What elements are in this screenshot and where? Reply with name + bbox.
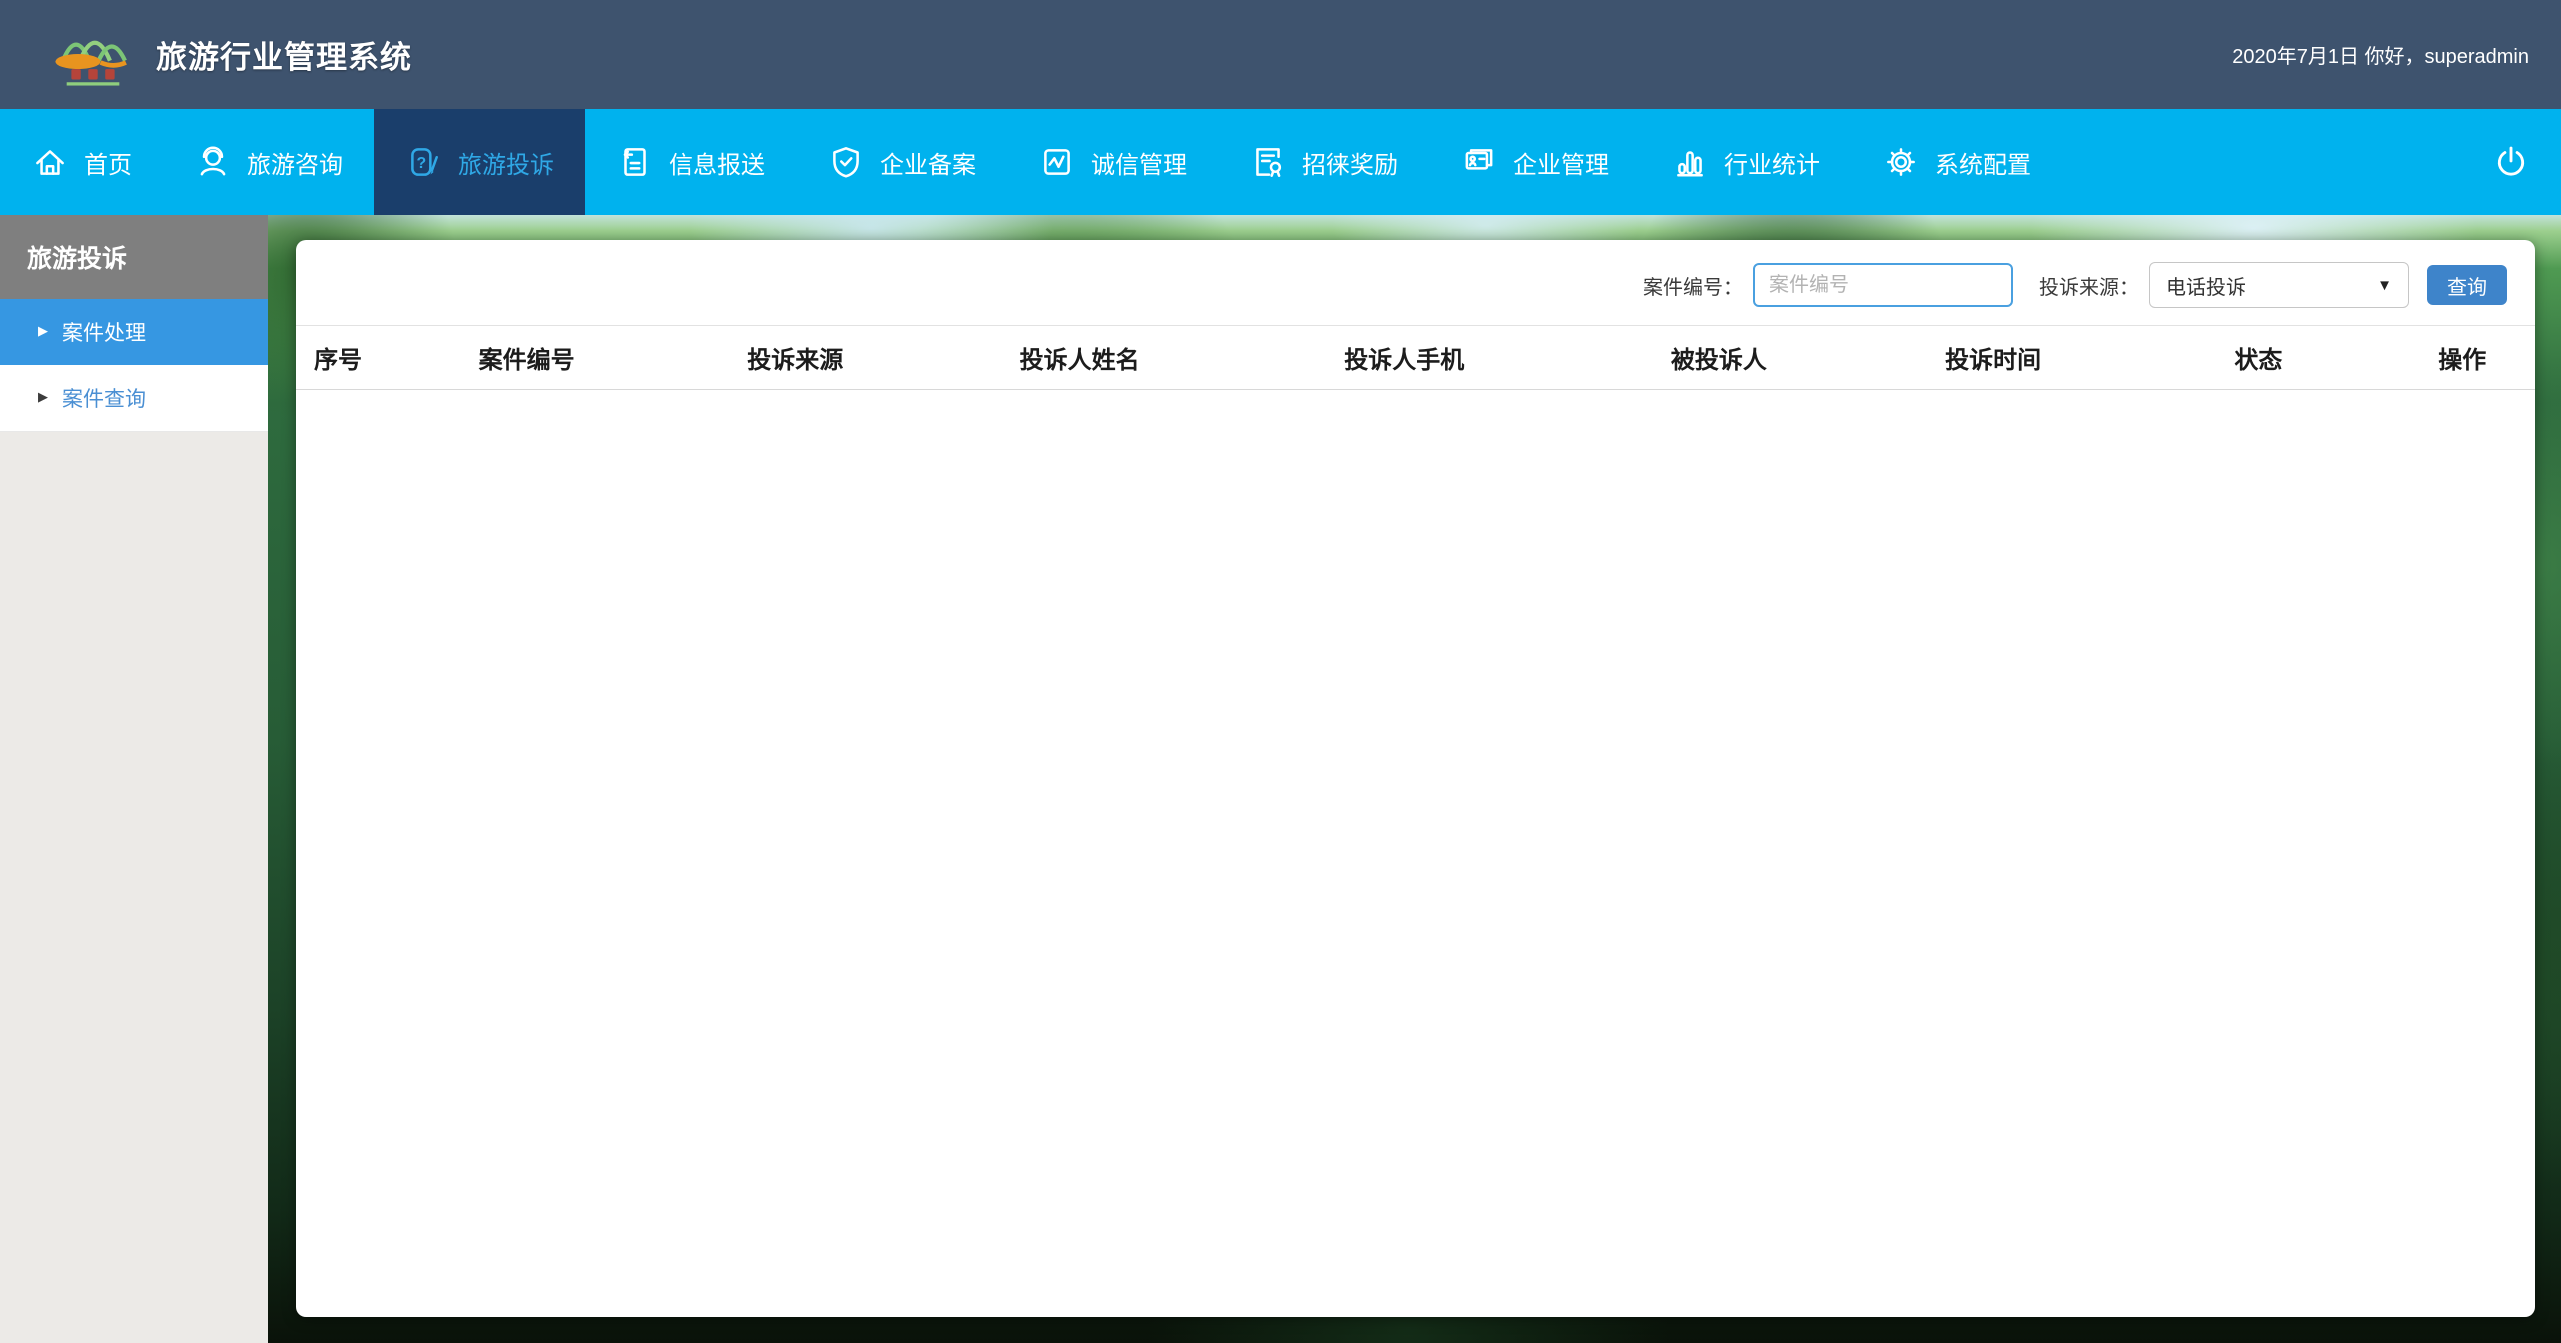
report-icon	[616, 143, 654, 181]
nav-item-award[interactable]: 招徕奖励	[1218, 109, 1429, 215]
logout-button[interactable]	[2461, 109, 2561, 215]
table-header-row: 序号 案件编号 投诉来源 投诉人姓名 投诉人手机 被投诉人 投诉时间 状态 操作	[296, 326, 2535, 390]
cases-table: 序号 案件编号 投诉来源 投诉人姓名 投诉人手机 被投诉人 投诉时间 状态 操作	[296, 325, 2535, 390]
page-title: 旅游行业管理系统	[156, 32, 412, 77]
home-icon	[31, 143, 69, 181]
source-label: 投诉来源：	[2039, 271, 2139, 300]
nav-item-stats[interactable]: 行业统计	[1640, 109, 1851, 215]
award-icon	[1249, 143, 1287, 181]
query-button[interactable]: 查询	[2427, 265, 2507, 305]
main-nav: 首页 旅游咨询 ? 旅游投诉 信息报送 企业备案 诚信管理	[0, 109, 2561, 215]
nav-item-integrity[interactable]: 诚信管理	[1007, 109, 1218, 215]
col-header-actions: 操作	[2389, 326, 2535, 390]
nav-item-label: 信息报送	[669, 145, 765, 180]
source-select[interactable]: 电话投诉 ▼	[2149, 262, 2409, 308]
case-no-label: 案件编号：	[1643, 271, 1743, 300]
nav-item-report[interactable]: 信息报送	[585, 109, 796, 215]
content-panel: 案件编号： 投诉来源： 电话投诉 ▼ 查询 序号 案件编号 投诉来源 投诉人姓名…	[296, 240, 2535, 1317]
col-header-index: 序号	[296, 326, 392, 390]
power-icon	[2491, 142, 2531, 182]
nav-item-settings[interactable]: 系统配置	[1851, 109, 2062, 215]
nav-item-label: 招徕奖励	[1302, 145, 1398, 180]
integrity-chart-icon	[1038, 143, 1076, 181]
sidebar: 旅游投诉 ▶ 案件处理 ▶ 案件查询	[0, 215, 268, 1343]
nav-item-label: 系统配置	[1935, 145, 2031, 180]
nav-item-label: 行业统计	[1724, 145, 1820, 180]
col-header-name: 投诉人姓名	[930, 326, 1230, 390]
col-header-respondent: 被投诉人	[1579, 326, 1859, 390]
nav-item-enterprise[interactable]: 企业管理	[1429, 109, 1640, 215]
search-toolbar: 案件编号： 投诉来源： 电话投诉 ▼ 查询	[1643, 262, 2507, 308]
nav-item-label: 旅游咨询	[247, 145, 343, 180]
sidebar-item-label: 案件查询	[62, 383, 146, 413]
col-header-time: 投诉时间	[1859, 326, 2128, 390]
sidebar-item-case-handling[interactable]: ▶ 案件处理	[0, 299, 268, 365]
user-greeting: 2020年7月1日 你好，superadmin	[2232, 40, 2529, 69]
consult-icon	[194, 143, 232, 181]
source-select-value: 电话投诉	[2166, 271, 2246, 300]
sidebar-item-label: 案件处理	[62, 317, 146, 347]
case-no-input[interactable]	[1753, 263, 2013, 307]
nav-item-label: 首页	[84, 145, 132, 180]
nav-item-label: 诚信管理	[1091, 145, 1187, 180]
complaint-icon: ?	[405, 143, 443, 181]
nav-item-label: 企业管理	[1513, 145, 1609, 180]
gear-icon	[1882, 143, 1920, 181]
app-logo-icon	[46, 22, 140, 88]
nav-item-label: 企业备案	[880, 145, 976, 180]
nav-item-complaint[interactable]: ? 旅游投诉	[374, 109, 585, 215]
sidebar-item-case-query[interactable]: ▶ 案件查询	[0, 365, 268, 432]
triangle-bullet-icon: ▶	[38, 323, 48, 339]
nav-item-consult[interactable]: 旅游咨询	[163, 109, 374, 215]
col-header-status: 状态	[2127, 326, 2389, 390]
app-header: 旅游行业管理系统 2020年7月1日 你好，superadmin	[0, 0, 2561, 109]
shield-check-icon	[827, 143, 865, 181]
col-header-case-no: 案件编号	[392, 326, 661, 390]
bar-stats-icon	[1671, 143, 1709, 181]
dropdown-arrow-icon: ▼	[2377, 277, 2392, 294]
nav-item-label: 旅游投诉	[458, 145, 554, 180]
sidebar-title: 旅游投诉	[0, 215, 268, 299]
triangle-bullet-icon: ▶	[38, 389, 48, 405]
enterprise-card-icon	[1460, 143, 1498, 181]
nav-item-filing[interactable]: 企业备案	[796, 109, 1007, 215]
col-header-phone: 投诉人手机	[1230, 326, 1579, 390]
svg-text:?: ?	[417, 155, 427, 172]
nav-item-home[interactable]: 首页	[0, 109, 163, 215]
col-header-source: 投诉来源	[661, 326, 930, 390]
